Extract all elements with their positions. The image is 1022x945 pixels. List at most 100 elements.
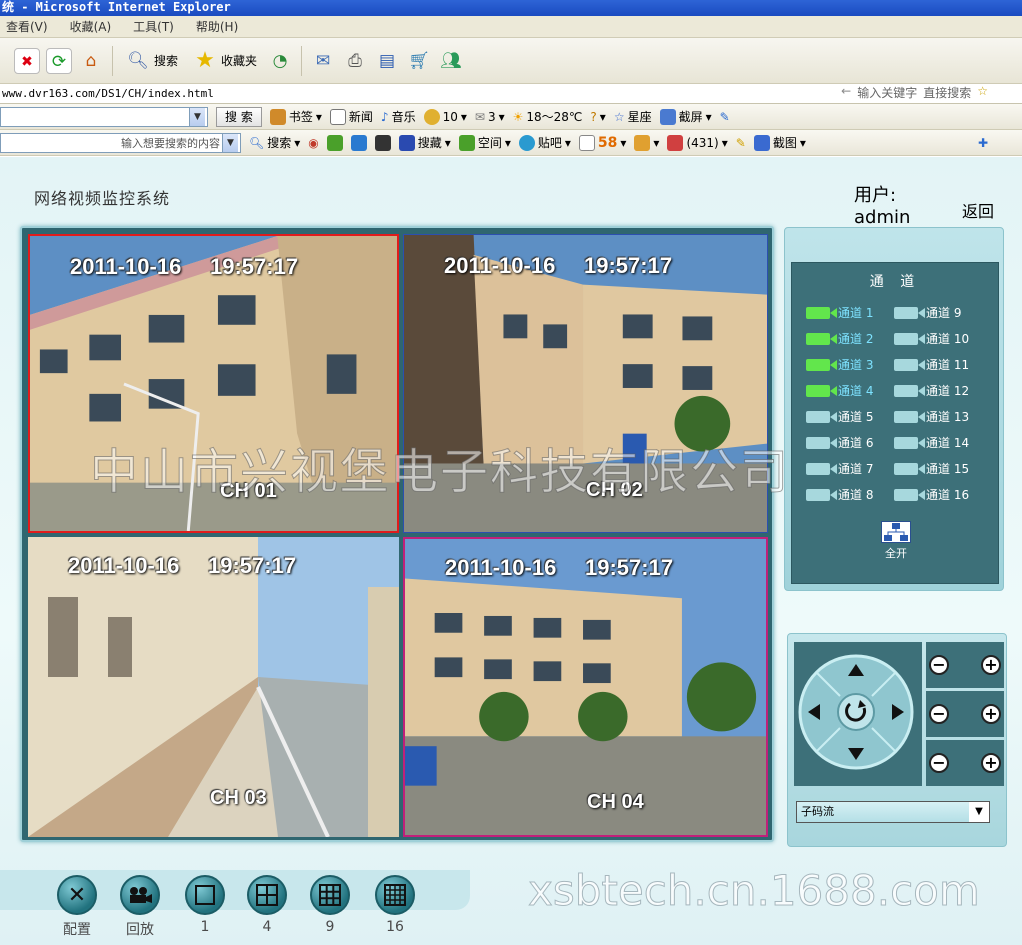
music-item[interactable]: ♪ 音乐 [381, 108, 416, 125]
minus-icon[interactable]: − [929, 753, 949, 773]
magnifier-icon: 🔍︎ [127, 50, 149, 71]
chevron-down-icon[interactable]: ▼ [222, 133, 238, 152]
camera-icon [806, 384, 837, 397]
space-item[interactable]: 空间 ▾ [458, 134, 511, 151]
medal-icon [423, 108, 440, 125]
channel-item-9[interactable]: 通道 9 [894, 304, 961, 321]
menu-tools[interactable]: 工具(T) [133, 18, 174, 35]
58-item[interactable]: 58 ▾ [578, 134, 626, 151]
plus-icon[interactable]: + [981, 704, 1001, 724]
star-outline-icon[interactable]: ☆ [977, 84, 988, 101]
search-toolbar-2: 输入想要搜索的内容 ▼ 🔍︎ 搜索 ▾ ◉ 搜藏 ▾ 空间 ▾ 贴吧 ▾ 58 ▾ ▾ (4… [0, 130, 1022, 156]
pencil-icon[interactable]: ✎ [736, 136, 746, 150]
camera-icon [894, 436, 925, 449]
layout-9-button[interactable]: 9 [300, 875, 360, 935]
toolbar-search-button[interactable]: 搜 索 [216, 106, 262, 127]
camera-view-4[interactable]: 2011-10-16 19:57:17 CH 04 [403, 537, 768, 837]
camera-view-2[interactable]: 2011-10-16 19:57:17 CH 02 [403, 234, 768, 533]
nine-grid-shape [319, 884, 341, 906]
open-all-button[interactable]: 全开 [874, 521, 918, 561]
stream-select[interactable]: 子码流 ▼ [796, 801, 990, 823]
address-bar[interactable]: www.dvr163.com/DS1/CH/index.html ← 输入关键字… [0, 84, 1022, 104]
direct-search[interactable]: 直接搜索 [923, 84, 971, 101]
channel-item-3[interactable]: 通道 3 [806, 356, 873, 373]
refresh-icon[interactable]: ⟳ [46, 47, 72, 74]
menu-help[interactable]: 帮助(H) [196, 18, 238, 35]
news-item[interactable]: 新闻 [329, 108, 373, 125]
mail-count-item[interactable]: ✉ 3 ▾ [475, 110, 505, 124]
channel-item-7[interactable]: 通道 7 [806, 460, 873, 477]
mail-icon[interactable]: ✉ [310, 48, 336, 74]
stop-icon[interactable]: ✖ [14, 47, 40, 74]
badge-item[interactable]: 10 ▾ [423, 108, 467, 125]
layout-1-button[interactable]: 1 [175, 875, 235, 935]
browser-icon[interactable]: ◉ [308, 136, 318, 150]
mail-counter-item[interactable]: (431) ▾ [667, 134, 728, 151]
collect-item[interactable]: 搜藏 ▾ [398, 134, 451, 151]
weather-item[interactable]: ☀ 18～28℃ [513, 108, 583, 125]
keyword-hint[interactable]: 输入关键字 [857, 84, 917, 101]
camera-view-1[interactable]: 2011-10-16 19:57:17 CH 01 [28, 234, 399, 533]
channel-item-2[interactable]: 通道 2 [806, 330, 873, 347]
channel-item-13[interactable]: 通道 13 [894, 408, 969, 425]
window-title: 统 - Microsoft Internet Explorer [0, 0, 1022, 16]
channel-item-16[interactable]: 通道 16 [894, 486, 969, 503]
extra-item[interactable]: ▾ [634, 134, 659, 151]
channel-item-8[interactable]: 通道 8 [806, 486, 873, 503]
home-icon[interactable]: ⌂ [78, 48, 104, 74]
plus-icon[interactable]: + [981, 753, 1001, 773]
minus-icon[interactable]: − [929, 704, 949, 724]
camera-icon [806, 462, 837, 475]
green-app-icon[interactable] [326, 134, 343, 151]
channel-item-1[interactable]: 通道 1 [806, 304, 873, 321]
print-icon[interactable]: ⎙ [342, 48, 368, 74]
focus-row: − + [926, 691, 1004, 737]
star-icon: ★ [195, 47, 215, 73]
history-icon[interactable]: ◔ [267, 48, 293, 74]
channel-item-12[interactable]: 通道 12 [894, 382, 969, 399]
back-link[interactable]: 返回 [962, 198, 994, 222]
address-url[interactable]: www.dvr163.com/DS1/CH/index.html [2, 87, 214, 100]
playback-button[interactable]: 回放 [110, 875, 170, 939]
camera-icon [894, 306, 925, 319]
channel-item-5[interactable]: 通道 5 [806, 408, 873, 425]
single-screen-icon [185, 875, 225, 915]
channel-item-15[interactable]: 通道 15 [894, 460, 969, 477]
bar-search-item[interactable]: 🔍︎ 搜索 ▾ [249, 134, 300, 151]
search-button[interactable]: 🔍︎ 搜索 [121, 45, 182, 77]
video-app-icon[interactable] [374, 134, 391, 151]
content-search-input[interactable]: 输入想要搜索的内容 ▼ [0, 132, 241, 153]
channel-item-6[interactable]: 通道 6 [806, 434, 873, 451]
config-button[interactable]: ✕ 配置 [47, 875, 107, 939]
brush-icon[interactable]: ✎ [720, 110, 730, 124]
menu-favorites[interactable]: 收藏(A) [70, 18, 112, 35]
channel-item-14[interactable]: 通道 14 [894, 434, 969, 451]
minus-icon[interactable]: − [929, 655, 949, 675]
bookmarks-item[interactable]: 书签 ▾ [269, 108, 322, 125]
direction-pad-graphic [798, 654, 914, 770]
camera-view-3[interactable]: 2011-10-16 19:57:17 CH 03 [28, 537, 399, 837]
channel-item-4[interactable]: 通道 4 [806, 382, 873, 399]
horoscope-item[interactable]: ☆ 星座 [614, 108, 652, 125]
messenger-icon[interactable]: 👥︎ [438, 48, 464, 74]
capture-item[interactable]: 截图 ▾ [753, 134, 806, 151]
plus-icon[interactable]: + [981, 655, 1001, 675]
chevron-down-icon[interactable]: ▼ [969, 802, 989, 822]
back-arrow-icon[interactable]: ← [841, 84, 851, 101]
favorites-button[interactable]: ★ 收藏夹 [188, 45, 261, 77]
cart-icon[interactable]: 🛒︎ [406, 48, 432, 74]
screenshot-item[interactable]: 截屏 ▾ [659, 108, 712, 125]
help-item[interactable]: ? ▾ [590, 110, 605, 124]
menu-view[interactable]: 查看(V) [6, 18, 48, 35]
tieba-item[interactable]: 贴吧 ▾ [518, 134, 571, 151]
blue-app-icon[interactable] [350, 134, 367, 151]
chevron-down-icon[interactable]: ▼ [189, 107, 205, 126]
puzzle-icon[interactable]: ✚ [978, 136, 988, 150]
layout-16-button[interactable]: 16 [365, 875, 425, 935]
edit-icon[interactable]: ▤ [374, 48, 400, 74]
toolbar-search-input[interactable]: ▼ [0, 106, 208, 127]
channel-item-11[interactable]: 通道 11 [894, 356, 969, 373]
channel-item-10[interactable]: 通道 10 [894, 330, 969, 347]
camera-time: 19:57:17 [585, 555, 674, 580]
layout-4-button[interactable]: 4 [237, 875, 297, 935]
